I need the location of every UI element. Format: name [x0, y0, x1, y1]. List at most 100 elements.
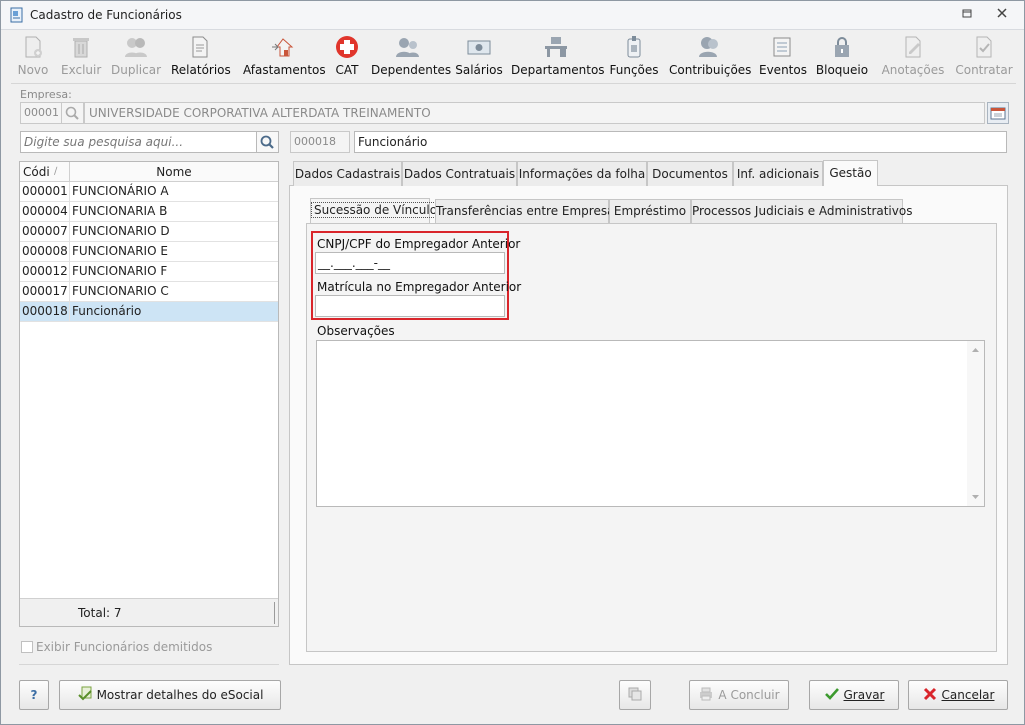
toolbar-contratar-button[interactable]: Contratar [955, 33, 1013, 79]
gravar-label: Gravar [843, 688, 885, 702]
esocial-icon [77, 686, 92, 701]
empresa-search-button [62, 102, 84, 124]
check-icon [824, 688, 839, 700]
toolbar-contribuicoes-button[interactable]: Contribuições [669, 33, 751, 79]
grid-col-code-header[interactable]: Códi [20, 162, 70, 182]
toolbar-eventos-button[interactable]: Eventos [759, 33, 807, 79]
grid-total: Total: 7 [78, 606, 122, 620]
restore-button[interactable] [955, 5, 979, 25]
employee-grid: Códi ∕ Nome 000001 FUNCIONÁRIO A 000004 … [19, 161, 279, 627]
grid-row[interactable]: 000004 FUNCIONARIA B [20, 202, 278, 222]
printer-icon [700, 687, 713, 701]
cancelar-label: Cancelar [941, 688, 995, 702]
employee-search-button[interactable] [257, 131, 279, 153]
observacoes-scrollbar[interactable] [967, 341, 984, 506]
grid-cell-name: FUNCIONARIO D [72, 224, 170, 238]
toolbar-afastamentos-button[interactable]: Afastamentos [243, 33, 326, 79]
toolbar-departamentos-button[interactable]: Departamentos [511, 33, 605, 79]
grid-cell-name: FUNCIONARIO E [72, 244, 168, 258]
employee-code-field: 000018 [290, 131, 350, 153]
search-icon [260, 135, 274, 149]
show-dismissed-checkbox[interactable]: Exibir Funcionários demitidos [21, 640, 212, 654]
grid-cell-code: 000008 [20, 242, 70, 262]
empresa-label: Empresa: [20, 88, 72, 101]
esocial-details-button[interactable]: Mostrar detalhes do eSocial [59, 680, 281, 710]
toolbar-salarios-button[interactable]: Salários [455, 33, 503, 79]
grid-row-selected[interactable]: 000018 Funcionário [20, 302, 278, 322]
toolbar-separator [11, 83, 1016, 84]
tab-gestao[interactable]: Gestão [823, 160, 878, 186]
toolbar-cat-button[interactable]: CAT [333, 33, 361, 79]
close-icon [997, 8, 1007, 18]
grid-cell-name: FUNCIONÁRIO A [72, 184, 169, 198]
employee-window: Cadastro de Funcionários Novo Excluir Du… [0, 0, 1025, 725]
desk-icon [545, 37, 567, 57]
trash-icon [73, 38, 89, 58]
tab-label: Dados Contratuais [403, 167, 516, 181]
grid-header: Códi ∕ Nome [20, 162, 278, 182]
tab-dados-contratuais[interactable]: Dados Contratuais [402, 161, 517, 186]
grid-row[interactable]: 000017 FUNCIONARIO C [20, 282, 278, 302]
tab-inf-adicionais[interactable]: Inf. adicionais [733, 161, 823, 186]
medical-cross-icon [336, 36, 358, 58]
toolbar-bloqueio-button[interactable]: Bloqueio [815, 33, 869, 79]
cnpj-field[interactable]: __.___.___-__ [315, 252, 505, 274]
grid-row[interactable]: 000007 FUNCIONARIO D [20, 222, 278, 242]
concluir-button[interactable]: A Concluir [689, 680, 789, 710]
grid-cell-code: 000017 [20, 282, 70, 302]
grid-cell-code: 000004 [20, 202, 70, 222]
tab-sucessao-vinculo[interactable]: Sucessão de Vínculo [310, 198, 441, 223]
observacoes-textarea[interactable] [316, 340, 985, 507]
tab-processos-judiciais[interactable]: Processos Judiciais e Administrativos [691, 199, 912, 223]
people-icon [699, 37, 718, 57]
search-icon [65, 106, 79, 120]
tab-label: Sucessão de Vínculo [311, 202, 441, 218]
grid-row[interactable]: 000001 FUNCIONÁRIO A [20, 182, 278, 202]
show-dismissed-label: Exibir Funcionários demitidos [36, 640, 213, 654]
employee-name-field[interactable]: Funcionário [354, 131, 1007, 153]
toolbar-dependentes-button[interactable]: Dependentes [371, 33, 451, 79]
grid-cell-code: 000018 [20, 302, 70, 322]
main-toolbar: Novo Excluir Duplicar Relatórios Afastam… [11, 33, 1016, 79]
employee-search-input[interactable]: Digite sua pesquisa aqui... [20, 131, 257, 153]
toolbar-novo-button[interactable]: Novo [11, 33, 55, 79]
grid-col-code-label: Códi [23, 165, 50, 179]
help-button[interactable]: ? [19, 680, 49, 710]
new-doc-icon [25, 36, 42, 58]
report-icon [192, 36, 208, 58]
copy-icon [628, 687, 642, 701]
empresa-code-field: 00001 [20, 102, 62, 124]
empresa-calendar-button[interactable] [987, 102, 1009, 124]
cancel-x-icon [923, 687, 936, 701]
tab-transferencias[interactable]: Transferências entre Empresas [435, 199, 621, 223]
contract-icon [976, 36, 992, 58]
toolbar-duplicar-button[interactable]: Duplicar [111, 33, 161, 79]
tab-label: Informações da folha [518, 167, 646, 181]
toolbar-relatorios-button[interactable]: Relatórios [171, 33, 231, 79]
calendar-icon [990, 107, 1006, 120]
copy-button[interactable] [619, 680, 651, 710]
grid-col-name-header[interactable]: Nome [70, 162, 278, 182]
grid-footer: Total: 7 [20, 598, 278, 626]
app-icon [10, 7, 23, 23]
matricula-field[interactable] [315, 295, 505, 317]
grid-cell-code: 000007 [20, 222, 70, 242]
tab-documentos[interactable]: Documentos [647, 161, 733, 186]
grid-row[interactable]: 000012 FUNCIONARIO F [20, 262, 278, 282]
grid-cell-name: FUNCIONARIO C [72, 284, 169, 298]
sort-icon: ∕ [54, 166, 58, 177]
concluir-label: A Concluir [718, 688, 780, 702]
toolbar-excluir-button[interactable]: Excluir [61, 33, 101, 79]
restore-icon [962, 9, 972, 18]
cancelar-button[interactable]: Cancelar [908, 680, 1008, 710]
gravar-button[interactable]: Gravar [809, 680, 899, 710]
toolbar-funcoes-button[interactable]: Funções [609, 33, 659, 79]
close-button[interactable] [990, 5, 1014, 25]
tab-dados-cadastrais[interactable]: Dados Cadastrais [293, 161, 402, 186]
toolbar-anotacoes-button[interactable]: Anotações [881, 33, 945, 79]
tab-label: Processos Judiciais e Administrativos [692, 204, 913, 218]
tab-emprestimo[interactable]: Empréstimo [609, 199, 691, 223]
tab-informacoes-folha[interactable]: Informações da folha [517, 161, 647, 186]
tab-label: Inf. adicionais [736, 167, 820, 181]
grid-row[interactable]: 000008 FUNCIONARIO E [20, 242, 278, 262]
